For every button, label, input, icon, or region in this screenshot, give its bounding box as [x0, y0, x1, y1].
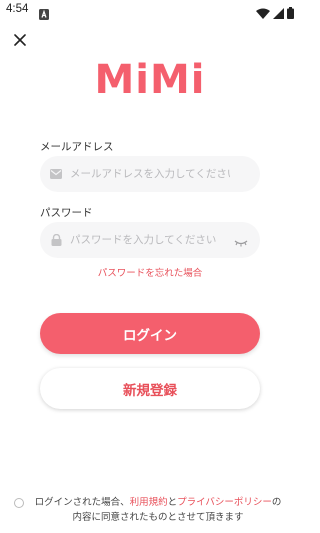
email-field[interactable] [40, 156, 260, 192]
app-logo: MiMi [0, 54, 300, 106]
lock-icon [50, 234, 62, 246]
password-input[interactable] [70, 234, 230, 246]
status-icons [256, 4, 294, 23]
notification-a-icon [39, 5, 49, 20]
password-label: パスワード [40, 207, 93, 219]
status-bar: 4:54 [0, 0, 300, 22]
close-icon [14, 31, 26, 50]
terms-radio[interactable] [14, 498, 24, 508]
password-field[interactable] [40, 222, 260, 258]
mail-icon [50, 168, 62, 180]
close-button[interactable] [10, 30, 30, 50]
terms-and-text: と [167, 497, 178, 508]
status-time: 4:54 [6, 3, 29, 15]
forgot-password-link[interactable]: パスワードを忘れた場合 [0, 265, 300, 279]
logo-text: MiMi [94, 57, 206, 103]
terms-pre-text: ログインされた場合、 [34, 497, 130, 508]
email-label: メールアドレス [40, 141, 114, 153]
terms-of-service-link[interactable]: 利用規約 [130, 497, 168, 508]
email-input[interactable] [70, 168, 230, 180]
privacy-policy-link[interactable]: プライバシーポリシー [177, 497, 272, 508]
register-button[interactable]: 新規登録 [40, 368, 260, 409]
eye-closed-icon[interactable] [234, 234, 248, 247]
wifi-icon [256, 4, 270, 23]
terms-text: ログインされた場合、利用規約とプライバシーポリシーの内容に同意されたものとさせて… [30, 495, 286, 525]
terms-agreement: ログインされた場合、利用規約とプライバシーポリシーの内容に同意されたものとさせて… [14, 495, 290, 525]
signal-icon [273, 4, 284, 23]
login-button[interactable]: ログイン [40, 313, 260, 354]
battery-icon [287, 4, 294, 23]
